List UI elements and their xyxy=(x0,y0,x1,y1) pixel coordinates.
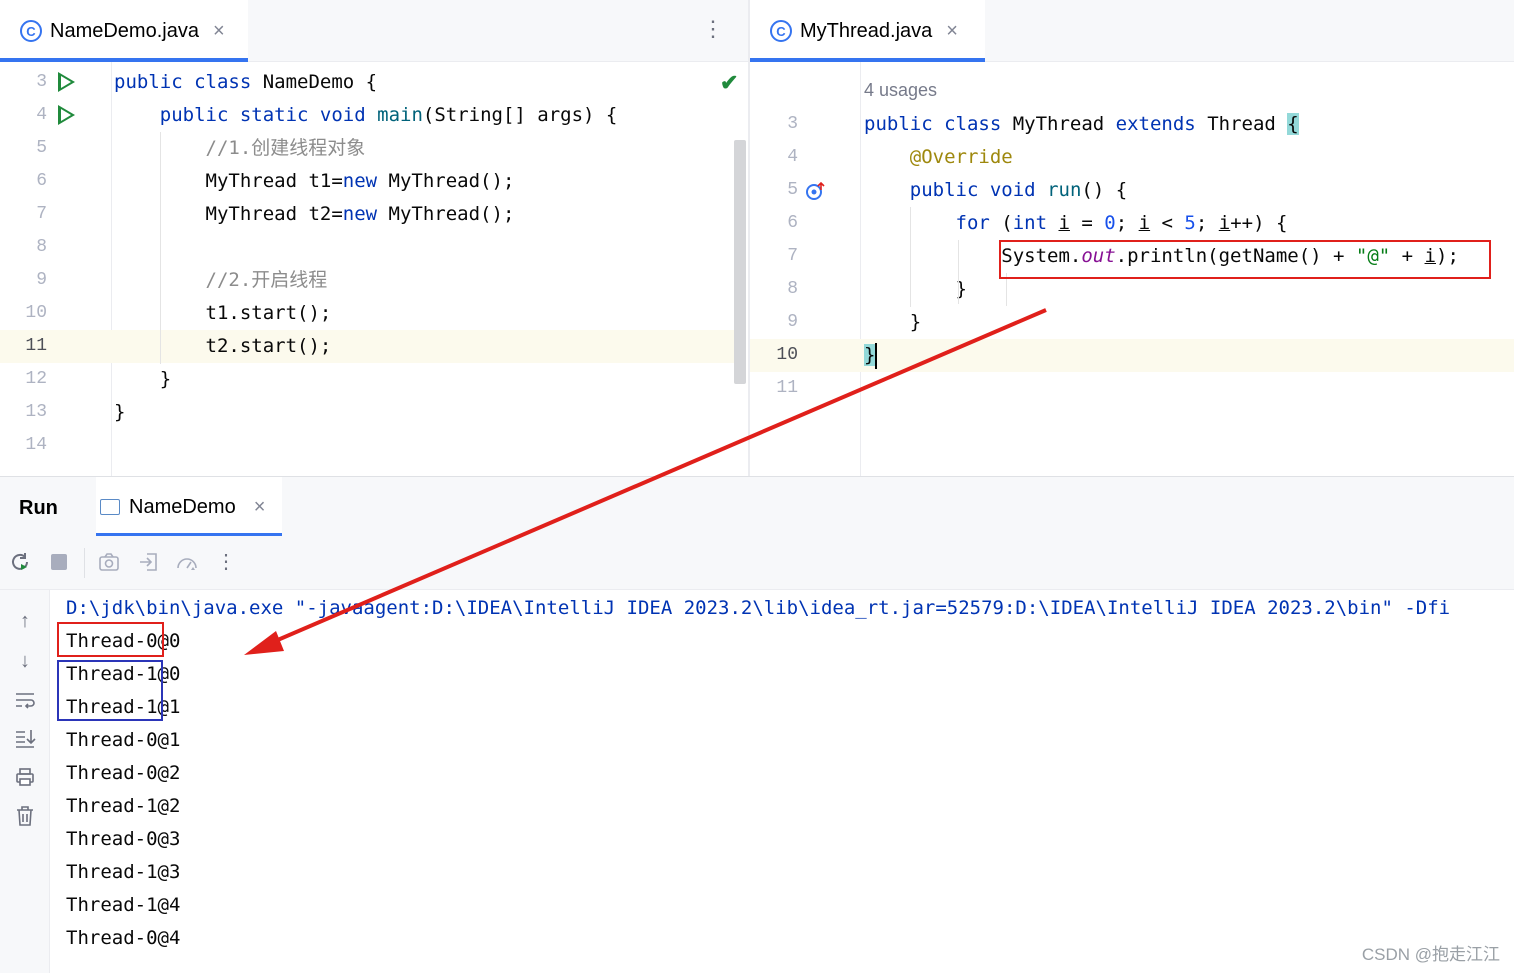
code-line[interactable]: } xyxy=(864,306,921,339)
line-number: 11 xyxy=(25,336,47,356)
code-line[interactable]: } xyxy=(114,363,171,396)
code-line[interactable]: public class MyThread extends Thread { xyxy=(864,108,1299,141)
trash-icon[interactable] xyxy=(12,804,38,830)
toolbar-separator xyxy=(84,548,85,578)
more-options-icon[interactable]: ⋮ xyxy=(702,18,724,40)
highlight-box-thread-1 xyxy=(57,660,163,721)
arrow-down-icon[interactable]: ↓ xyxy=(12,648,38,674)
line-number: 8 xyxy=(787,279,798,299)
close-icon[interactable]: × xyxy=(946,20,958,43)
console-output-line: Thread-1@3 xyxy=(66,861,181,883)
right-editor-tabbar: C MyThread.java × xyxy=(750,0,1514,62)
console-output-line: Thread-1@2 xyxy=(66,795,181,817)
scroll-to-end-icon[interactable] xyxy=(12,726,38,752)
run-toolbar: ⋮ xyxy=(0,536,1514,590)
code-line[interactable]: } xyxy=(864,273,967,306)
line-number: 4 xyxy=(36,105,47,125)
console-output-line: Thread-0@1 xyxy=(66,729,181,751)
close-icon[interactable]: × xyxy=(213,20,225,43)
code-line[interactable]: t2.start(); xyxy=(114,330,332,363)
override-method-icon[interactable] xyxy=(805,181,825,201)
line-number: 5 xyxy=(36,138,47,158)
left-editor-tabbar: C NameDemo.java × ⋮ xyxy=(0,0,748,62)
console-output-line: Thread-0@4 xyxy=(66,927,181,949)
console-output-line: Thread-0@2 xyxy=(66,762,181,784)
watermark: CSDN @抱走江江 xyxy=(1361,945,1500,964)
run-tool-window: Run NameDemo × ⋮ ↑ ↓ D:\jdk\bin\java.exe… xyxy=(0,476,1514,973)
left-code-area[interactable]: 3 public class NameDemo { 4 public static … xyxy=(0,62,734,476)
line-number: 10 xyxy=(776,345,798,365)
line-number: 6 xyxy=(787,213,798,233)
code-line[interactable]: } xyxy=(114,396,125,429)
run-title: Run xyxy=(19,497,58,519)
code-line[interactable]: t1.start(); xyxy=(114,297,332,330)
class-icon: C xyxy=(770,20,792,42)
run-header: Run NameDemo × xyxy=(0,476,1514,537)
code-line[interactable]: for (int i = 0; i < 5; i++) { xyxy=(864,207,1288,240)
console-output-line: Thread-0@3 xyxy=(66,828,181,850)
line-number: 12 xyxy=(25,369,47,389)
vertical-scrollbar[interactable] xyxy=(734,140,746,384)
code-line[interactable]: } xyxy=(864,339,876,372)
line-number: 5 xyxy=(787,180,798,200)
code-line[interactable]: public static void main(String[] args) { xyxy=(114,99,618,132)
text-caret xyxy=(875,343,877,369)
code-line[interactable]: public void run() { xyxy=(864,174,1127,207)
right-editor-pane: C MyThread.java × 4 usages 3 public class… xyxy=(750,0,1514,476)
line-number: 7 xyxy=(36,204,47,224)
more-options-icon[interactable]: ⋮ xyxy=(214,550,238,574)
tab-namedemo-java[interactable]: C NameDemo.java × xyxy=(0,0,248,62)
line-number: 6 xyxy=(36,171,47,191)
code-line[interactable]: //1.创建线程对象 xyxy=(114,132,366,165)
rerun-icon[interactable] xyxy=(8,550,32,574)
run-tab-label: NameDemo xyxy=(129,495,236,518)
tab-label: MyThread.java xyxy=(800,19,933,42)
class-icon: C xyxy=(20,20,42,42)
exit-icon[interactable] xyxy=(137,550,161,574)
console-icon xyxy=(100,499,120,515)
code-line[interactable]: MyThread t1=new MyThread(); xyxy=(114,165,515,198)
console-command-line: D:\jdk\bin\java.exe "-javaagent:D:\IDEA\… xyxy=(66,597,1451,619)
line-number: 9 xyxy=(36,270,47,290)
line-number: 14 xyxy=(25,435,47,455)
indent-guide xyxy=(160,132,161,364)
highlight-box-thread-0 xyxy=(57,622,164,657)
tab-mythread-java[interactable]: C MyThread.java × xyxy=(750,0,985,62)
line-number: 3 xyxy=(36,72,47,92)
console-output[interactable]: D:\jdk\bin\java.exe "-javaagent:D:\IDEA\… xyxy=(50,590,1514,973)
code-line[interactable]: //2.开启线程 xyxy=(114,264,328,297)
line-number: 8 xyxy=(36,237,47,257)
indent-guide xyxy=(958,240,959,304)
line-number: 10 xyxy=(25,303,47,323)
profiler-icon[interactable] xyxy=(175,550,199,574)
left-editor-pane: C NameDemo.java × ⋮ ✔ 3 public class Name… xyxy=(0,0,748,476)
close-icon[interactable]: × xyxy=(254,496,266,519)
line-number: 9 xyxy=(787,312,798,332)
line-number: 13 xyxy=(25,402,47,422)
indent-guide xyxy=(910,207,911,307)
console-output-line: Thread-1@4 xyxy=(66,894,181,916)
line-number: 11 xyxy=(776,378,798,398)
arrow-up-icon[interactable]: ↑ xyxy=(12,608,38,634)
print-icon[interactable] xyxy=(12,765,38,791)
camera-icon[interactable] xyxy=(97,550,121,574)
highlight-box-println xyxy=(999,240,1491,279)
console-side-toolbar: ↑ ↓ xyxy=(0,590,50,973)
soft-wrap-icon[interactable] xyxy=(12,688,38,714)
run-tab-namedemo[interactable]: NameDemo × xyxy=(96,477,282,537)
code-line[interactable]: MyThread t2=new MyThread(); xyxy=(114,198,515,231)
line-number: 4 xyxy=(787,147,798,167)
stop-icon[interactable] xyxy=(47,550,71,574)
current-line-highlight xyxy=(0,330,734,363)
code-line[interactable]: public class NameDemo { xyxy=(114,66,377,99)
line-number: 3 xyxy=(787,114,798,134)
tab-label: NameDemo.java xyxy=(50,19,199,42)
code-line[interactable]: @Override xyxy=(864,141,1013,174)
line-number: 7 xyxy=(787,246,798,266)
run-gutter-icon[interactable] xyxy=(58,72,75,92)
run-gutter-icon[interactable] xyxy=(58,105,75,125)
